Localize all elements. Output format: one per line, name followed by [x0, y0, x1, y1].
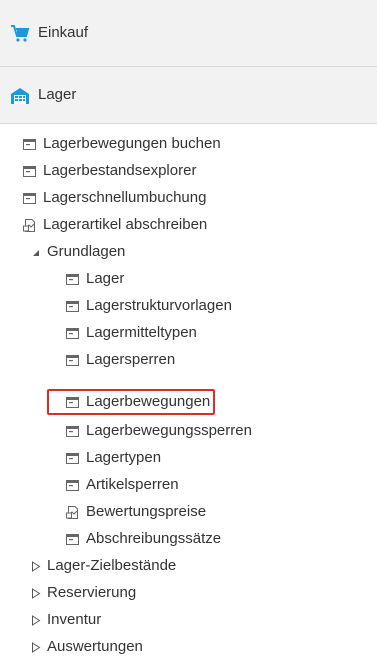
- section-einkauf-label: Einkauf: [38, 24, 89, 41]
- tree-item-grundlagen[interactable]: Grundlagen: [30, 240, 125, 264]
- report-icon: [66, 505, 78, 519]
- tree-item-artikelsperren[interactable]: Artikelsperren: [66, 473, 179, 497]
- tree-item-lagerbewegungssperren[interactable]: Lagerbewegungssperren: [66, 419, 252, 443]
- window-icon: [66, 396, 79, 408]
- tree-item-label: Inventur: [47, 611, 102, 628]
- tree-item-label: Bewertungspreise: [86, 503, 207, 520]
- tree-item-label: Reservierung: [47, 584, 137, 601]
- tree-item-abschreibungssaetze[interactable]: Abschreibungssätze: [66, 527, 221, 551]
- report-icon: [23, 218, 35, 232]
- window-icon: [66, 327, 79, 339]
- tree-item-label: Lagerartikel abschreiben: [43, 216, 208, 233]
- tree-item-lagerartikel-abschreiben[interactable]: Lagerartikel abschreiben: [23, 213, 207, 237]
- tree-item-lager[interactable]: Lager: [66, 267, 124, 291]
- expanded-arrow-icon[interactable]: [30, 247, 41, 258]
- window-icon: [23, 138, 36, 150]
- tree-item-lagerstrukturvorlagen[interactable]: Lagerstrukturvorlagen: [66, 294, 232, 318]
- tree-item-label: Lagerbewegungen buchen: [43, 135, 221, 152]
- tree-item-lagerbestandsexplorer[interactable]: Lagerbestandsexplorer: [23, 159, 196, 183]
- tree-item-lagertypen[interactable]: Lagertypen: [66, 446, 161, 470]
- warehouse-icon: [11, 88, 29, 104]
- tree-item-lagersperren[interactable]: Lagersperren: [66, 348, 175, 372]
- divider: [0, 123, 377, 124]
- section-lager[interactable]: Lager: [0, 67, 377, 123]
- tree-item-label: Grundlagen: [47, 243, 126, 260]
- window-icon: [66, 354, 79, 366]
- tree-item-label: Lagerbewegungen: [86, 393, 211, 410]
- tree-item-label: Artikelsperren: [86, 476, 179, 493]
- collapsed-arrow-icon[interactable]: [30, 560, 41, 572]
- tree-item-inventur[interactable]: Inventur: [30, 608, 101, 632]
- tree-item-auswertungen[interactable]: Auswertungen: [30, 635, 143, 659]
- tree-item-label: Auswertungen: [47, 638, 143, 655]
- tree-item-label: Lagerstrukturvorlagen: [86, 297, 232, 314]
- tree-item-label: Abschreibungssätze: [86, 530, 222, 547]
- tree-item-lagermitteltypen[interactable]: Lagermitteltypen: [66, 321, 197, 345]
- tree-item-label: Lager-Zielbestände: [47, 557, 177, 574]
- tree-item-label: Lagerbewegungssperren: [86, 422, 252, 439]
- tree-item-reservierung[interactable]: Reservierung: [30, 581, 136, 605]
- collapsed-arrow-icon[interactable]: [30, 587, 41, 599]
- tree-item-lagerbewegungen[interactable]: Lagerbewegungen: [66, 390, 210, 414]
- tree-item-label: Lagerschnellumbuchung: [43, 189, 207, 206]
- window-icon: [66, 479, 79, 491]
- tree-item-bewertungspreise[interactable]: Bewertungspreise: [66, 500, 206, 524]
- tree-item-label: Lager: [86, 270, 125, 287]
- window-icon: [66, 300, 79, 312]
- window-icon: [23, 192, 36, 204]
- tree-item-label: Lagersperren: [86, 351, 176, 368]
- window-icon: [66, 273, 79, 285]
- tree-item-lagerschnellumbuchung[interactable]: Lagerschnellumbuchung: [23, 186, 206, 210]
- collapsed-arrow-icon[interactable]: [30, 641, 41, 653]
- window-icon: [66, 425, 79, 437]
- tree-item-lager-zielbestaende[interactable]: Lager-Zielbestände: [30, 554, 176, 578]
- tree-item-label: Lagertypen: [86, 449, 162, 466]
- shopping-cart-icon: [11, 25, 30, 42]
- collapsed-arrow-icon[interactable]: [30, 614, 41, 626]
- tree-item-lagerbewegungen-buchen[interactable]: Lagerbewegungen buchen: [23, 132, 221, 156]
- section-einkauf[interactable]: Einkauf: [0, 0, 377, 66]
- window-icon: [66, 452, 79, 464]
- tree-item-label: Lagerbestandsexplorer: [43, 162, 197, 179]
- window-icon: [23, 165, 36, 177]
- window-icon: [66, 533, 79, 545]
- tree-item-label: Lagermitteltypen: [86, 324, 197, 341]
- section-lager-label: Lager: [38, 86, 77, 103]
